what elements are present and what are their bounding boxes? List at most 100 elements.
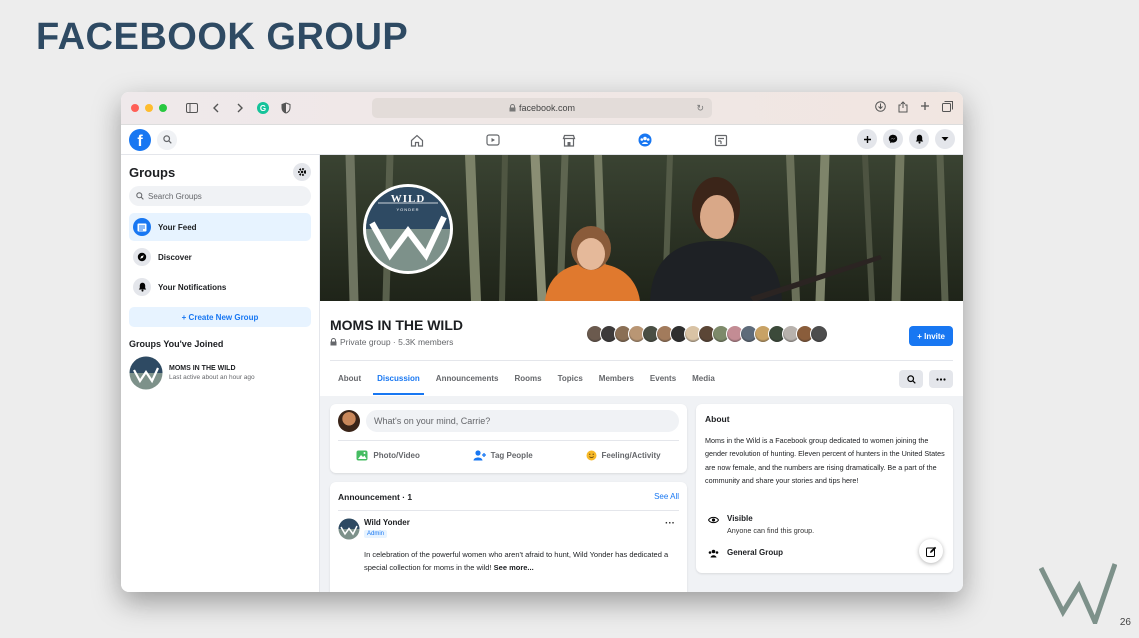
- forward-icon[interactable]: [233, 101, 247, 115]
- member-avatars[interactable]: [586, 325, 828, 343]
- group-logo-text: WILD: [390, 193, 426, 205]
- gear-icon[interactable]: [293, 163, 311, 181]
- zoom-window-button[interactable]: [159, 104, 167, 112]
- group-people-icon: [708, 549, 719, 558]
- tab-events[interactable]: Events: [642, 361, 684, 395]
- groups-joined-heading: Groups You've Joined: [129, 339, 224, 349]
- eye-icon: [708, 516, 719, 524]
- window-controls: [131, 104, 167, 112]
- marketplace-icon[interactable]: [531, 131, 607, 149]
- author-name[interactable]: Wild Yonder: [364, 518, 410, 527]
- account-menu-button[interactable]: [935, 129, 955, 149]
- back-icon[interactable]: [209, 101, 223, 115]
- group-logo-subtext: YONDER: [396, 207, 420, 212]
- tab-topics[interactable]: Topics: [550, 361, 591, 395]
- post-options-icon[interactable]: ···: [665, 518, 675, 529]
- page-number: 26: [1119, 617, 1131, 628]
- group-name: MOMS IN THE WILD: [330, 317, 463, 333]
- group-search-button[interactable]: [899, 370, 923, 388]
- facebook-logo-icon[interactable]: f: [129, 128, 151, 151]
- reload-icon[interactable]: ↻: [696, 103, 704, 114]
- announcement-header: Announcement · 1: [338, 492, 413, 502]
- plus-icon: [863, 135, 871, 143]
- about-description: Moms in the Wild is a Facebook group ded…: [705, 436, 945, 485]
- tab-rooms[interactable]: Rooms: [506, 361, 549, 395]
- slide-title: FACEBOOK GROUP: [36, 16, 409, 58]
- composer-divider: [338, 440, 679, 441]
- admin-badge: Admin: [364, 530, 388, 538]
- see-all-link[interactable]: See All: [654, 492, 679, 501]
- lock-icon: [509, 104, 516, 112]
- tab-discussion[interactable]: Discussion: [369, 361, 428, 395]
- author-avatar[interactable]: [338, 518, 360, 540]
- see-more-link[interactable]: See more...: [494, 563, 534, 572]
- url-text: facebook.com: [518, 103, 576, 113]
- member-avatar[interactable]: [810, 325, 828, 343]
- new-tab-icon[interactable]: [920, 101, 930, 116]
- grammarly-extension-icon[interactable]: G: [257, 102, 269, 114]
- compass-icon: [133, 248, 151, 266]
- user-avatar[interactable]: [338, 410, 360, 432]
- whats-on-your-mind-input[interactable]: What's on your mind, Carrie?: [366, 410, 679, 432]
- messenger-button[interactable]: [883, 129, 903, 149]
- close-window-button[interactable]: [131, 104, 139, 112]
- joined-group-item[interactable]: MOMS IN THE WILD Last active about an ho…: [129, 356, 311, 390]
- sidebar-item-your-notifications[interactable]: Your Notifications: [129, 273, 311, 301]
- tab-announcements[interactable]: Announcements: [428, 361, 507, 395]
- search-groups-input[interactable]: Search Groups: [129, 186, 311, 206]
- sidebar-item-label: Your Notifications: [158, 282, 227, 292]
- caret-down-icon: [941, 137, 949, 141]
- joined-group-last-active: Last active about an hour ago: [169, 374, 255, 381]
- minimize-window-button[interactable]: [145, 104, 153, 112]
- watch-icon[interactable]: [455, 131, 531, 149]
- home-icon[interactable]: [379, 131, 455, 149]
- browser-toolbar: G facebook.com ↻: [121, 92, 963, 125]
- photo-video-button[interactable]: Photo/Video: [356, 444, 420, 466]
- cover-photo: WILD YONDER: [320, 155, 963, 301]
- create-new-group-button[interactable]: + Create New Group: [129, 307, 311, 327]
- groups-sidebar: Groups Search Groups Your Feed Discover: [121, 155, 320, 592]
- group-type-row: General Group: [708, 548, 783, 558]
- tab-about[interactable]: About: [330, 361, 369, 395]
- group-tabs: About Discussion Announcements Rooms Topics M…: [330, 361, 723, 395]
- wild-yonder-logo: [1039, 563, 1117, 624]
- sidebar-item-label: Discover: [158, 252, 192, 262]
- visibility-row: Visible Anyone can find this group.: [708, 514, 814, 535]
- compose-edit-icon[interactable]: [919, 539, 943, 563]
- group-avatar: [129, 356, 163, 390]
- invite-button[interactable]: + Invite: [909, 326, 953, 346]
- more-options-button[interactable]: [929, 370, 953, 388]
- group-meta: Private group · 5.3K members: [330, 337, 453, 347]
- facebook-search-button[interactable]: [157, 129, 177, 150]
- sidebar-toggle-icon[interactable]: [185, 101, 199, 115]
- smiley-icon: [586, 450, 596, 460]
- sidebar-item-label: Your Feed: [158, 222, 197, 232]
- announcement-divider: [338, 510, 679, 511]
- search-icon: [906, 374, 916, 384]
- feed-icon: [133, 218, 151, 236]
- feeling-activity-button[interactable]: Feeling/Activity: [586, 444, 661, 466]
- groups-icon[interactable]: [607, 131, 683, 149]
- group-main: WILD YONDER MOMS IN THE WILD Private gro…: [320, 155, 963, 592]
- feeling-activity-label: Feeling/Activity: [601, 450, 661, 460]
- lock-icon: [330, 338, 337, 346]
- tag-people-button[interactable]: Tag People: [473, 444, 533, 466]
- visible-title: Visible: [727, 514, 753, 523]
- sidebar-item-discover[interactable]: Discover: [129, 243, 311, 271]
- address-bar[interactable]: facebook.com ↻: [372, 98, 712, 118]
- bell-icon: [133, 278, 151, 296]
- about-title: About: [705, 414, 730, 424]
- tab-media[interactable]: Media: [684, 361, 723, 395]
- search-groups-placeholder: Search Groups: [148, 191, 202, 201]
- downloads-icon[interactable]: [875, 101, 886, 116]
- bell-icon: [915, 134, 923, 144]
- create-plus-button[interactable]: [857, 129, 877, 149]
- tab-members[interactable]: Members: [591, 361, 642, 395]
- privacy-shield-icon[interactable]: [279, 101, 293, 115]
- gaming-icon[interactable]: [683, 131, 759, 149]
- share-icon[interactable]: [898, 101, 908, 116]
- announcement-text: In celebration of the powerful women who…: [364, 548, 674, 574]
- tab-overview-icon[interactable]: [942, 101, 953, 116]
- notifications-button[interactable]: [909, 129, 929, 149]
- sidebar-item-your-feed[interactable]: Your Feed: [129, 213, 311, 241]
